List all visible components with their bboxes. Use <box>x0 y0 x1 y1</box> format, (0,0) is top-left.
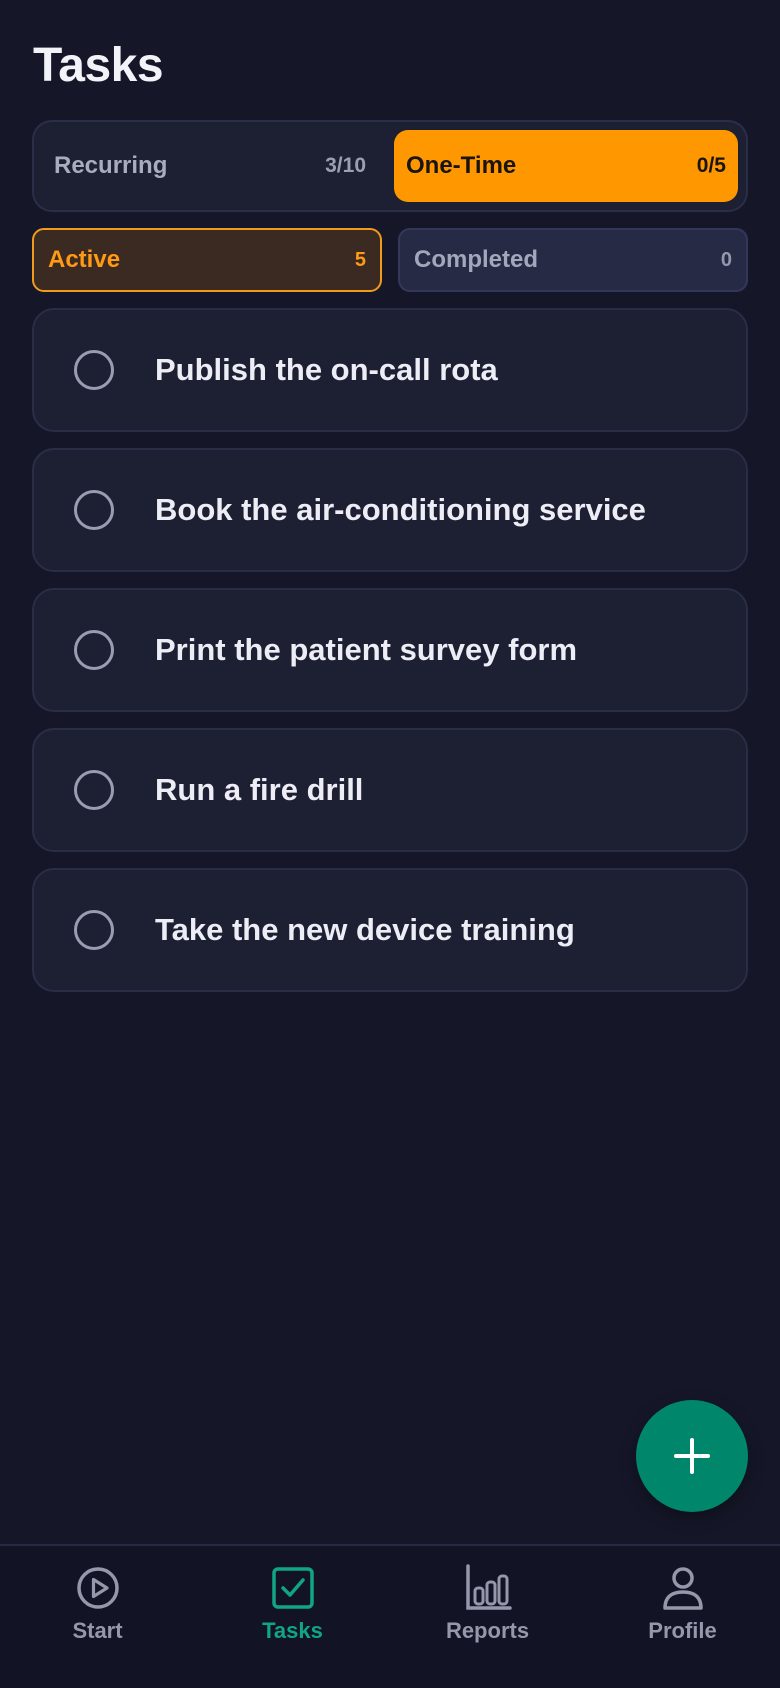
segment-one-time-label: One-Time <box>406 152 517 179</box>
segment-one-time[interactable]: One-Time 0/5 <box>394 130 738 202</box>
nav-reports-label: Reports <box>445 1618 530 1643</box>
nav-start[interactable]: Start <box>0 1546 195 1666</box>
task-checkbox[interactable] <box>74 630 114 670</box>
person-icon <box>662 1567 703 1610</box>
play-circle-icon <box>76 1567 119 1609</box>
filter-active-label: Active <box>48 246 121 273</box>
filter-active[interactable]: Active 5 <box>32 228 382 292</box>
task-checkbox[interactable] <box>74 490 114 530</box>
segment-recurring[interactable]: Recurring 3/10 <box>34 130 386 202</box>
filter-completed[interactable]: Completed 0 <box>398 228 748 292</box>
task-label: Print the patient survey form <box>155 632 578 667</box>
task-item[interactable]: Print the patient survey form <box>32 588 748 712</box>
nav-tasks-label: Tasks <box>262 1618 323 1643</box>
task-label: Book the air-conditioning service <box>155 492 646 527</box>
plus-icon <box>674 1438 710 1474</box>
filter-completed-count: 0 <box>720 248 732 271</box>
task-item[interactable]: Take the new device training <box>32 868 748 992</box>
bottom-navigation: Start Tasks Reports Profile <box>0 1544 780 1688</box>
task-checkbox[interactable] <box>74 910 114 950</box>
nav-tasks[interactable]: Tasks <box>195 1546 390 1666</box>
page-title: Tasks <box>33 39 164 92</box>
add-task-button[interactable] <box>636 1400 748 1512</box>
task-label: Publish the on-call rota <box>155 352 498 387</box>
task-item[interactable]: Book the air-conditioning service <box>32 448 748 572</box>
segment-recurring-label: Recurring <box>54 152 168 179</box>
task-checkbox[interactable] <box>74 350 114 390</box>
bar-chart-icon <box>465 1564 512 1610</box>
nav-start-label: Start <box>72 1618 123 1643</box>
tasks-screen: Tasks Recurring 3/10 One-Time 0/5 Active… <box>0 0 780 1688</box>
checkbox-icon <box>271 1567 314 1609</box>
filter-completed-label: Completed <box>414 246 539 273</box>
task-item[interactable]: Publish the on-call rota <box>32 308 748 432</box>
task-item[interactable]: Run a fire drill <box>32 728 748 852</box>
nav-profile[interactable]: Profile <box>585 1546 780 1666</box>
segment-one-time-count: 0/5 <box>696 154 726 177</box>
task-type-segmented-control: Recurring 3/10 One-Time 0/5 <box>32 120 748 212</box>
task-label: Run a fire drill <box>155 772 364 807</box>
filter-active-count: 5 <box>354 248 366 271</box>
segment-recurring-count: 3/10 <box>325 154 366 177</box>
nav-reports[interactable]: Reports <box>390 1546 585 1666</box>
nav-profile-label: Profile <box>648 1618 717 1643</box>
task-checkbox[interactable] <box>74 770 114 810</box>
task-label: Take the new device training <box>155 912 575 947</box>
